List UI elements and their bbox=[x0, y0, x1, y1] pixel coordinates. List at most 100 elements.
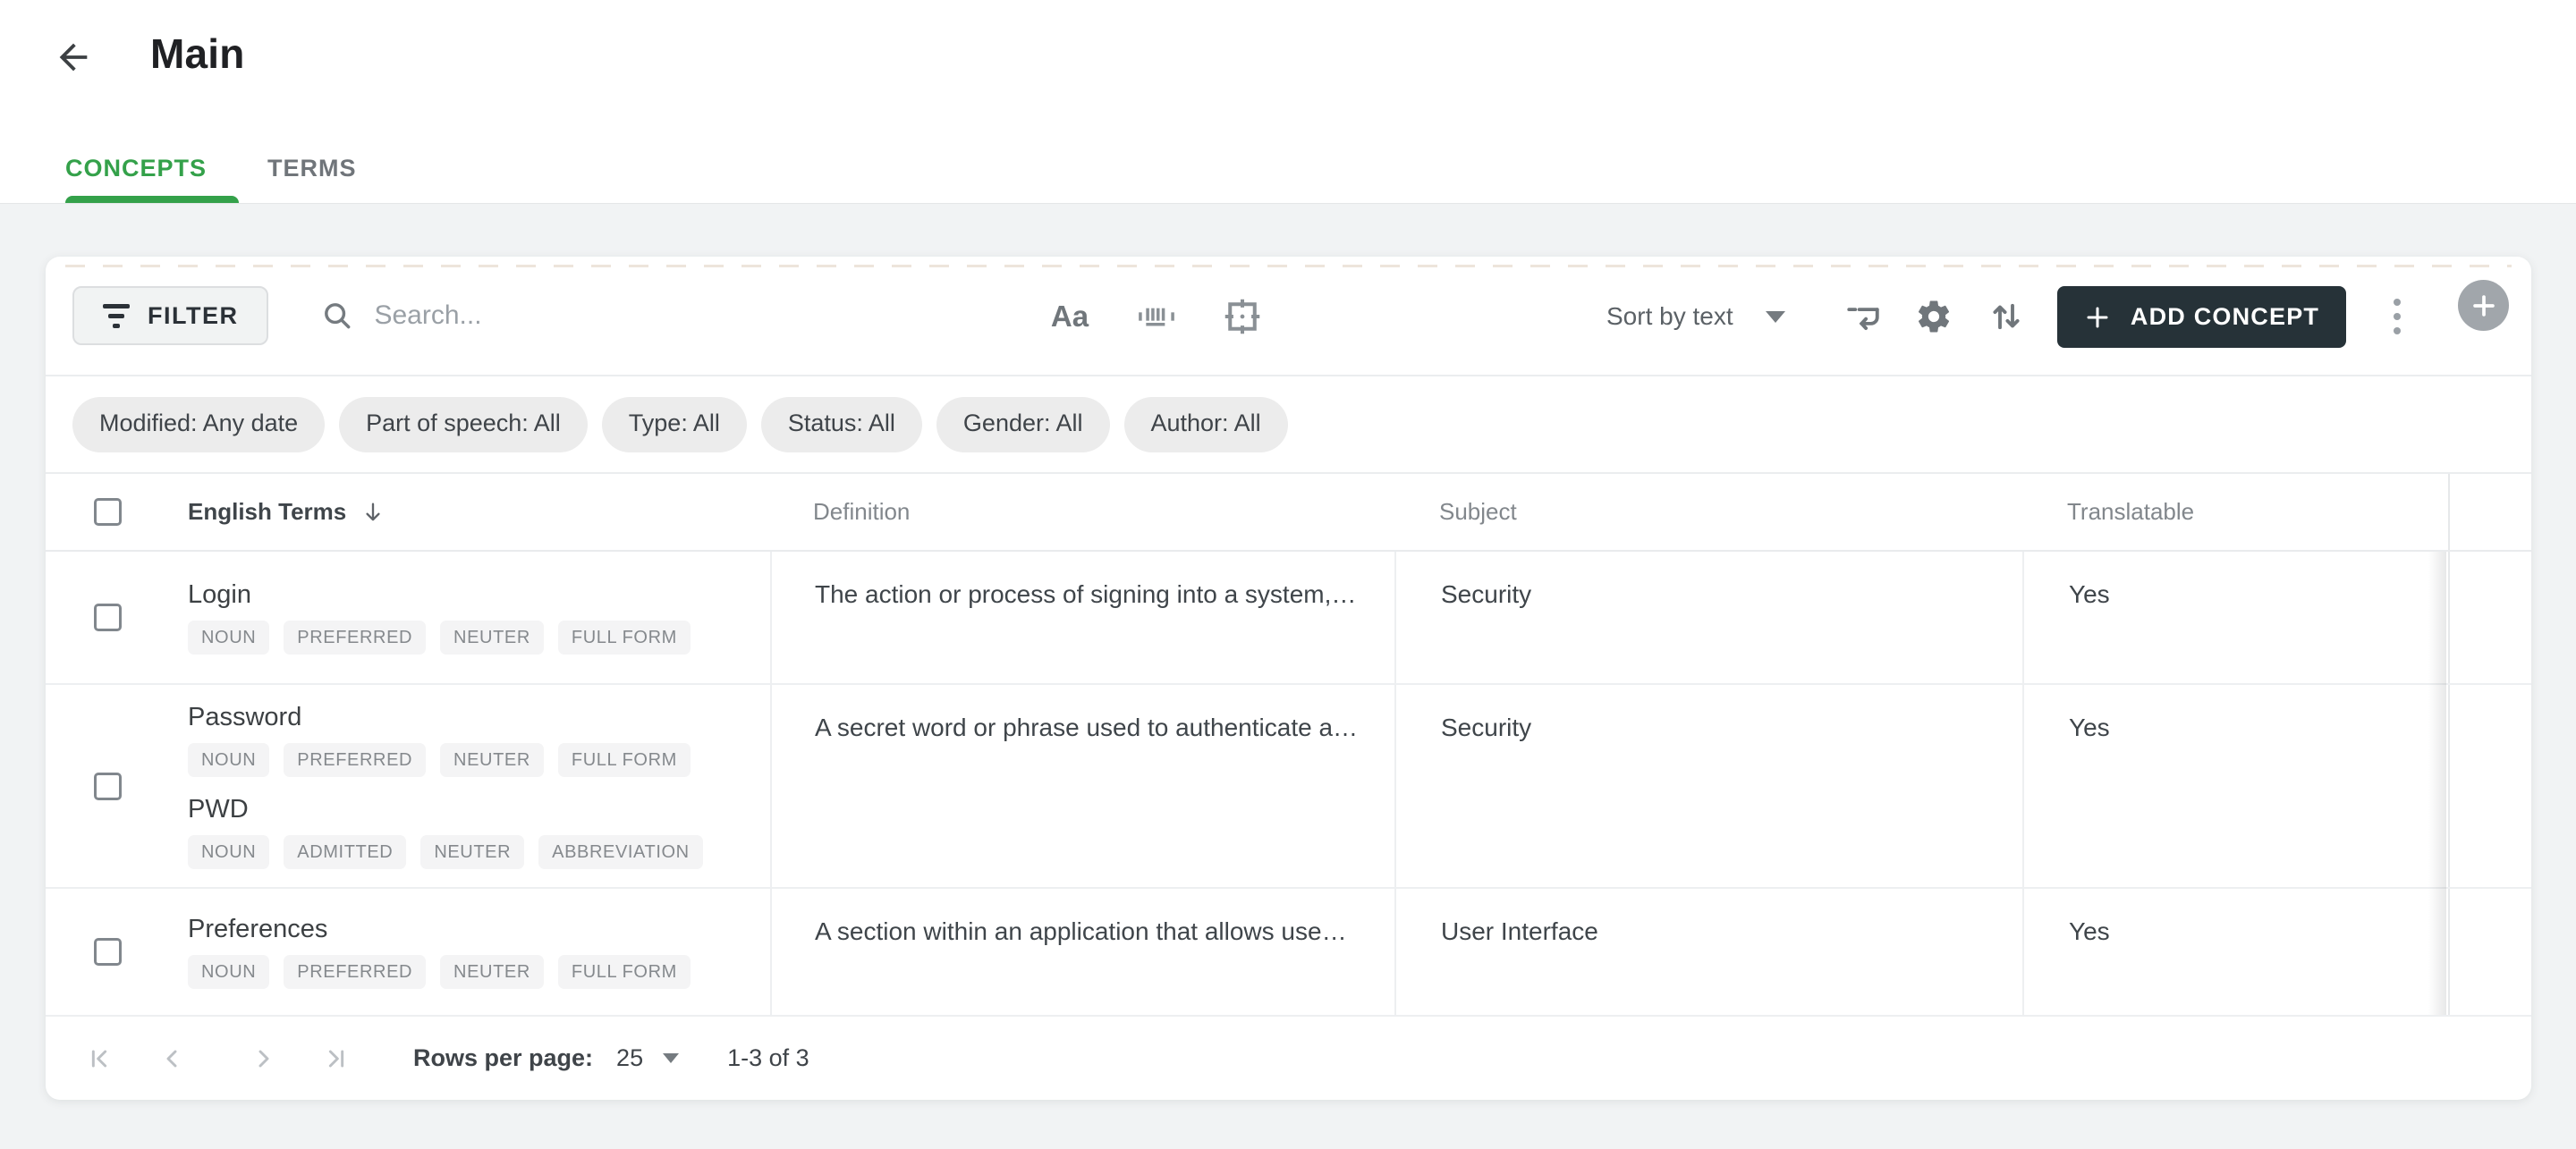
term-status-tag: NEUTER bbox=[420, 835, 525, 869]
search-icon bbox=[325, 303, 351, 329]
filter-chip[interactable]: Status: All bbox=[760, 396, 922, 452]
plus-icon bbox=[2087, 307, 2108, 327]
search-box bbox=[320, 299, 804, 333]
concepts-panel: FILTER Aa Sort by text ADD CONCE bbox=[46, 257, 2531, 1100]
terms-list: Preferences NOUN PREFERRED NEUTER FULL FORM bbox=[188, 915, 691, 989]
more-vert-icon[interactable] bbox=[2376, 257, 2419, 376]
row-gutter bbox=[2448, 889, 2531, 1015]
search-input[interactable] bbox=[374, 300, 804, 331]
column-header-subject[interactable]: Subject bbox=[1394, 474, 2022, 550]
wrap-text-icon[interactable] bbox=[1836, 257, 1890, 376]
page-header: Main CONCEPTS TERMS bbox=[0, 0, 2576, 203]
terms-list: Password NOUN PREFERRED NEUTER FULL FORM PWD N… bbox=[188, 703, 703, 869]
filter-chip[interactable]: Gender: All bbox=[936, 396, 1110, 452]
tab-concepts-label: CONCEPTS bbox=[65, 155, 208, 182]
row-checkbox[interactable] bbox=[94, 938, 122, 966]
table-header: English Terms Definition Subject Transla… bbox=[46, 474, 2531, 552]
term-status-tag: NOUN bbox=[188, 835, 270, 869]
next-page-icon[interactable] bbox=[242, 1037, 285, 1080]
english-terms-cell[interactable]: Preferences NOUN PREFERRED NEUTER FULL FORM bbox=[46, 889, 770, 1015]
select-all-checkbox[interactable] bbox=[94, 498, 122, 526]
term-status-tag: FULL FORM bbox=[557, 955, 691, 989]
filter-button-label: FILTER bbox=[148, 301, 239, 329]
tab-terms-label: TERMS bbox=[267, 155, 357, 182]
term-entry: Password NOUN PREFERRED NEUTER FULL FORM bbox=[188, 703, 703, 777]
tab-terms[interactable]: TERMS bbox=[267, 134, 357, 203]
toolbar: FILTER Aa Sort by text ADD CONCE bbox=[46, 257, 2531, 376]
subject-cell: Security bbox=[1394, 685, 2022, 887]
last-page-icon[interactable] bbox=[315, 1037, 358, 1080]
term-entry: Preferences NOUN PREFERRED NEUTER FULL FORM bbox=[188, 915, 691, 989]
table-row: Preferences NOUN PREFERRED NEUTER FULL FORM A… bbox=[46, 889, 2531, 1015]
filter-chip[interactable]: Type: All bbox=[601, 396, 747, 452]
sort-by-dropdown[interactable]: Sort by text bbox=[1606, 257, 1785, 376]
term-status-tag: PREFERRED bbox=[284, 621, 427, 655]
term-status-tag: FULL FORM bbox=[557, 621, 691, 655]
definition-cell: A secret word or phrase used to authenti… bbox=[770, 685, 1394, 887]
translatable-cell: Yes bbox=[2022, 685, 2448, 887]
term-tags: NOUN PREFERRED NEUTER FULL FORM bbox=[188, 743, 703, 777]
term-status-tag: PREFERRED bbox=[284, 743, 427, 777]
column-header-definition[interactable]: Definition bbox=[770, 474, 1394, 550]
term-status-tag: NOUN bbox=[188, 743, 270, 777]
row-checkbox[interactable] bbox=[94, 604, 122, 631]
column-header-english-terms[interactable]: English Terms bbox=[46, 474, 770, 550]
term-text: Password bbox=[188, 703, 302, 731]
crosshair-icon[interactable] bbox=[1216, 257, 1269, 376]
table-body: Login NOUN PREFERRED NEUTER FULL FORM The act… bbox=[46, 552, 2531, 1015]
arrow-down-icon bbox=[366, 503, 380, 520]
rows-per-page-label: Rows per page: bbox=[413, 1044, 594, 1071]
plus-icon bbox=[2472, 294, 2495, 317]
barcode-icon[interactable] bbox=[1130, 257, 1183, 376]
add-circle-icon[interactable] bbox=[2458, 280, 2509, 331]
back-button[interactable] bbox=[50, 34, 97, 80]
add-concept-label: ADD CONCEPT bbox=[2130, 303, 2320, 330]
chevron-down-icon bbox=[663, 1053, 680, 1063]
term-status-tag: ADMITTED bbox=[284, 835, 407, 869]
pagination-range: 1-3 of 3 bbox=[727, 1044, 809, 1071]
term-status-tag: ABBREVIATION bbox=[538, 835, 703, 869]
row-gutter bbox=[2448, 552, 2531, 683]
term-tags: NOUN ADMITTED NEUTER ABBREVIATION bbox=[188, 835, 703, 869]
sort-arrows-icon[interactable] bbox=[1979, 257, 2033, 376]
subject-cell: User Interface bbox=[1394, 889, 2022, 1015]
term-status-tag: PREFERRED bbox=[284, 955, 427, 989]
sort-by-label: Sort by text bbox=[1606, 302, 1733, 330]
active-tab-indicator bbox=[65, 196, 240, 203]
english-terms-cell[interactable]: Password NOUN PREFERRED NEUTER FULL FORM PWD N… bbox=[46, 685, 770, 887]
term-tags: NOUN PREFERRED NEUTER FULL FORM bbox=[188, 955, 691, 989]
row-gutter bbox=[2448, 685, 2531, 887]
filter-chip[interactable]: Part of speech: All bbox=[339, 396, 588, 452]
terms-list: Login NOUN PREFERRED NEUTER FULL FORM bbox=[188, 580, 691, 655]
filter-button[interactable]: FILTER bbox=[72, 286, 269, 345]
filter-chip[interactable]: Author: All bbox=[1123, 396, 1288, 452]
rows-per-page-select[interactable]: 25 bbox=[616, 1044, 680, 1072]
term-entry: Login NOUN PREFERRED NEUTER FULL FORM bbox=[188, 580, 691, 655]
prev-page-icon[interactable] bbox=[150, 1037, 193, 1080]
definition-cell: A section within an application that all… bbox=[770, 889, 1394, 1015]
column-header-translatable[interactable]: Translatable bbox=[2022, 474, 2448, 550]
translatable-cell: Yes bbox=[2022, 552, 2448, 683]
definition-cell: The action or process of signing into a … bbox=[770, 552, 1394, 683]
filter-chip[interactable]: Modified: Any date bbox=[72, 396, 326, 452]
first-page-icon[interactable] bbox=[78, 1037, 121, 1080]
table-row: Password NOUN PREFERRED NEUTER FULL FORM PWD N… bbox=[46, 685, 2531, 889]
tab-concepts[interactable]: CONCEPTS bbox=[65, 134, 240, 203]
term-text: Login bbox=[188, 580, 251, 609]
match-case-icon[interactable]: Aa bbox=[1043, 257, 1097, 376]
table-header-gutter bbox=[2448, 474, 2531, 550]
term-status-tag: FULL FORM bbox=[557, 743, 691, 777]
table-row: Login NOUN PREFERRED NEUTER FULL FORM The act… bbox=[46, 552, 2531, 685]
term-status-tag: NEUTER bbox=[440, 621, 544, 655]
term-entry: PWD NOUN ADMITTED NEUTER ABBREVIATION bbox=[188, 795, 703, 869]
tab-bar: CONCEPTS TERMS bbox=[65, 134, 357, 203]
term-status-tag: NOUN bbox=[188, 955, 270, 989]
english-terms-cell[interactable]: Login NOUN PREFERRED NEUTER FULL FORM bbox=[46, 552, 770, 683]
chevron-down-icon bbox=[1765, 310, 1785, 323]
row-checkbox[interactable] bbox=[94, 772, 122, 800]
page-title: Main bbox=[150, 30, 245, 77]
translatable-cell: Yes bbox=[2022, 889, 2448, 1015]
term-text: PWD bbox=[188, 795, 249, 824]
add-concept-button[interactable]: ADD CONCEPT bbox=[2057, 286, 2346, 348]
gear-icon[interactable] bbox=[1907, 257, 1961, 376]
